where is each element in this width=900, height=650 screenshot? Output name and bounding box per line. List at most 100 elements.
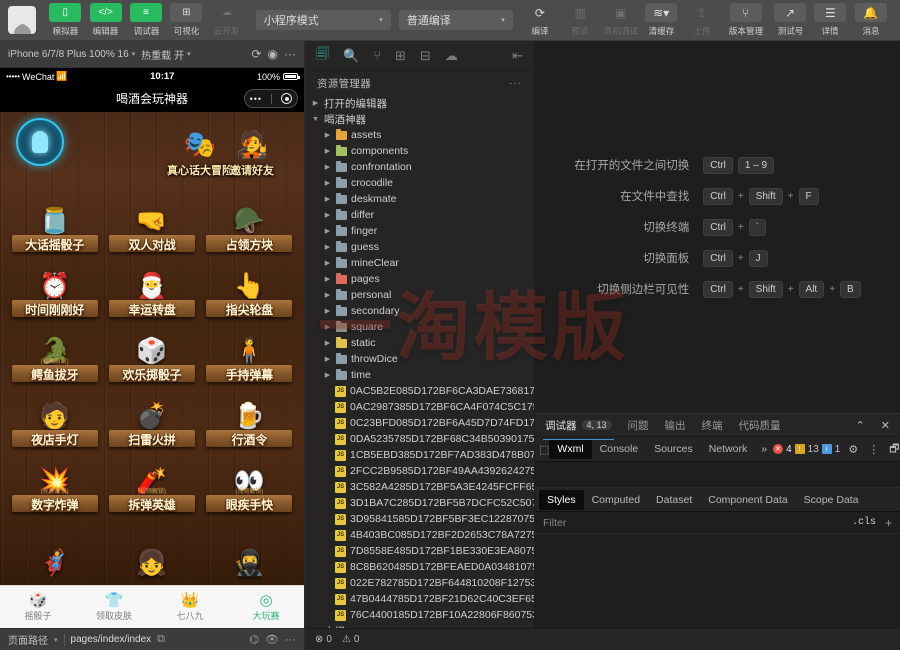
tree-file[interactable]: JS 47B0444785D172BF21D62C40C3EF6533.js — [305, 591, 534, 607]
cloud-icon[interactable]: ☁ — [445, 48, 458, 64]
tree-folder-time[interactable]: ▶ time — [305, 367, 534, 383]
tree-file[interactable]: JS 0AC5B2E085D172BF6CA3DAE736817533.js — [305, 383, 534, 399]
tree-folder-secondary[interactable]: ▶ secondary — [305, 303, 534, 319]
tree-file[interactable]: JS 0DA5235785D172BF68C34B5039017533.js — [305, 431, 534, 447]
tabbar-item-skin[interactable]: 👕 领取皮肤 — [76, 586, 152, 628]
tree-file[interactable]: JS 0C23BFD085D172BF6A45D7D74FD17533.js — [305, 415, 534, 431]
refresh-icon[interactable]: ⟳ — [251, 47, 261, 61]
tree-folder-assets[interactable]: ▶ assets — [305, 127, 534, 143]
game-cell[interactable]: 🤜 双人对战 — [103, 187, 200, 252]
toolbar-action-version[interactable]: ⑂ 版本管理 — [723, 3, 769, 37]
game-cell[interactable]: 💣 扫雷火拼 — [103, 382, 200, 447]
game-cell[interactable]: 👧 — [103, 512, 200, 577]
more-icon[interactable]: ··· — [284, 47, 296, 61]
source-control-icon[interactable]: ⑂ — [373, 48, 381, 63]
tree-file[interactable]: JS 8C8B620485D172BFEAED0A0348107533.js — [305, 559, 534, 575]
tree-folder-deskmate[interactable]: ▶ deskmate — [305, 191, 534, 207]
inspect-element-icon[interactable]: ⬚ — [539, 443, 549, 456]
tree-file[interactable]: JS 76C4400185D172BF10A22806F8607533.js — [305, 607, 534, 623]
toolbar-action-details[interactable]: ☰ 详情 — [811, 3, 849, 37]
debug-tab-code-quality[interactable]: 代码质量 — [739, 415, 781, 436]
debug-tab-terminal[interactable]: 终端 — [702, 415, 723, 436]
game-cell[interactable]: 🦸 — [6, 512, 103, 577]
chevron-down-icon[interactable]: ▾ — [54, 636, 58, 644]
styles-tab-component-data[interactable]: Component Data — [700, 490, 795, 510]
eye-icon[interactable]: 👁 — [265, 633, 279, 646]
game-cell[interactable]: 🪖 占领方块 — [201, 187, 298, 252]
warning-count[interactable]: ! 13 — [794, 444, 819, 455]
game-cell[interactable]: 🐊 (视频解锁) 鳄鱼拔牙 — [6, 317, 103, 382]
more-icon[interactable]: ··· — [285, 634, 296, 646]
debug-tab-output[interactable]: 输出 — [665, 415, 686, 436]
page-path-label[interactable]: 页面路径 — [8, 632, 48, 647]
add-rule-button[interactable]: + — [885, 516, 892, 530]
debug-icon[interactable]: ⊟ — [420, 48, 431, 64]
game-cell[interactable]: 🎅 幸运转盘 — [103, 252, 200, 317]
compile-select[interactable]: 普通编译 ▾ — [398, 10, 513, 30]
tree-folder-guess[interactable]: ▶ guess — [305, 239, 534, 255]
devtools-tab-network[interactable]: Network — [701, 439, 756, 459]
game-cell[interactable]: 👆 指尖轮盘 — [201, 252, 298, 317]
explorer-tree[interactable]: ▶ 打开的编辑器 ▼ 喝酒神器 ▶ assets ▶ components ▶ … — [305, 95, 534, 650]
game-cell[interactable]: ⏰ 时间刚刚好 — [6, 252, 103, 317]
toolbar-item-debugger[interactable]: ≡ 调试器 — [127, 3, 165, 37]
toolbar-action-messages[interactable]: 🔔 消息 — [852, 3, 890, 37]
tree-file[interactable]: JS 3D1BA7C285D172BF5B7DCFC52C507533.js — [305, 495, 534, 511]
search-icon[interactable]: 🔍 — [343, 48, 359, 64]
devtools-tab-wxml[interactable]: Wxml — [549, 439, 592, 459]
info-count[interactable]: i 1 — [821, 444, 840, 455]
hot-reload-select[interactable]: 热重载 开 ▾ — [141, 47, 191, 62]
game-cell[interactable]: 🍺 行酒令 — [201, 382, 298, 447]
game-cell[interactable]: 🧑 夜店手灯 — [6, 382, 103, 447]
chevron-up-icon[interactable]: ⌃ — [856, 419, 865, 432]
cls-button[interactable]: .cls — [852, 517, 876, 528]
tree-folder-confrontation[interactable]: ▶ confrontation — [305, 159, 534, 175]
toolbar-action-testid[interactable]: ↗ 测试号 — [771, 3, 809, 37]
tree-file[interactable]: JS 1CB5EBD385D172BF7AD383D478B07533.js — [305, 447, 534, 463]
filter-input[interactable]: Filter — [543, 517, 566, 529]
tree-folder-personal[interactable]: ▶ personal — [305, 287, 534, 303]
status-warnings[interactable]: ⚠ 0 — [342, 634, 360, 645]
hero-item-invite[interactable]: 🧑‍🎤 邀请好友 — [212, 120, 292, 178]
dock-icon[interactable]: 🗗 — [884, 440, 900, 459]
tree-folder-mineclear[interactable]: ▶ mineClear — [305, 255, 534, 271]
game-cell[interactable]: 🧍 手持弹幕 — [201, 317, 298, 382]
error-count[interactable]: ✕ 4 — [773, 444, 792, 455]
tree-folder-differ[interactable]: ▶ differ — [305, 207, 534, 223]
more-tabs-icon[interactable]: » — [755, 443, 773, 455]
tree-folder-pages[interactable]: ▶ pages — [305, 271, 534, 287]
capsule-buttons[interactable]: ••• — [244, 89, 298, 108]
wxml-tree-area[interactable] — [535, 462, 900, 488]
devtools-tab-console[interactable]: Console — [592, 439, 647, 459]
tree-section-open-editors[interactable]: ▶ 打开的编辑器 — [305, 95, 534, 111]
kebab-icon[interactable]: ⋮ — [863, 443, 884, 456]
toolbar-item-visualization[interactable]: ⊞ 可视化 — [167, 3, 205, 37]
styles-tab-dataset[interactable]: Dataset — [648, 490, 700, 510]
devtools-tab-sources[interactable]: Sources — [646, 439, 701, 459]
gear-icon[interactable]: ⚙ — [843, 443, 863, 456]
debug-icon[interactable]: ⌬ — [249, 633, 259, 646]
tree-file[interactable]: JS 7D8558E485D172BF1BE330E3EA807533.js — [305, 543, 534, 559]
game-cell[interactable]: 🥷 — [201, 512, 298, 577]
copy-icon[interactable]: ⧉ — [157, 633, 165, 646]
debug-tab-problems[interactable]: 问题 — [628, 415, 649, 436]
page-scroll[interactable]: 🎭 真心话大冒险 🧑‍🎤 邀请好友 🫙 — [0, 112, 304, 585]
tabbar-item-dice[interactable]: 🎲 摇骰子 — [0, 586, 76, 628]
close-icon[interactable]: ✕ — [881, 419, 890, 432]
collapse-icon[interactable]: ⇤ — [512, 48, 523, 64]
game-cell[interactable]: 🫙 大话摇骰子 — [6, 187, 103, 252]
game-cell[interactable]: 💥 (视频解锁) 数字炸弹 — [6, 447, 103, 512]
device-select[interactable]: iPhone 6/7/8 Plus 100% 16 ▾ — [8, 49, 135, 60]
toolbar-action-clear-cache[interactable]: ≋▾ 清缓存 — [642, 3, 680, 37]
tree-file[interactable]: JS 0AC2987385D172BF6CA4F074C5C17533.js — [305, 399, 534, 415]
record-icon[interactable]: ◉ — [268, 47, 278, 61]
mode-select[interactable]: 小程序模式 ▾ — [255, 10, 391, 30]
tree-folder-components[interactable]: ▶ components — [305, 143, 534, 159]
toolbar-item-editor[interactable]: </> 编辑器 — [86, 3, 124, 37]
tree-folder-finger[interactable]: ▶ finger — [305, 223, 534, 239]
tree-folder-square[interactable]: ▶ square — [305, 319, 534, 335]
toolbar-action-compile[interactable]: ⟳ 编译 — [521, 3, 559, 37]
tree-folder-throwdice[interactable]: ▶ throwDice — [305, 351, 534, 367]
game-cell[interactable]: 👀 (视频解锁) 眼疾手快 — [201, 447, 298, 512]
tree-file[interactable]: JS 3C582A4285D172BF5A3E4245FCFF6533.js — [305, 479, 534, 495]
